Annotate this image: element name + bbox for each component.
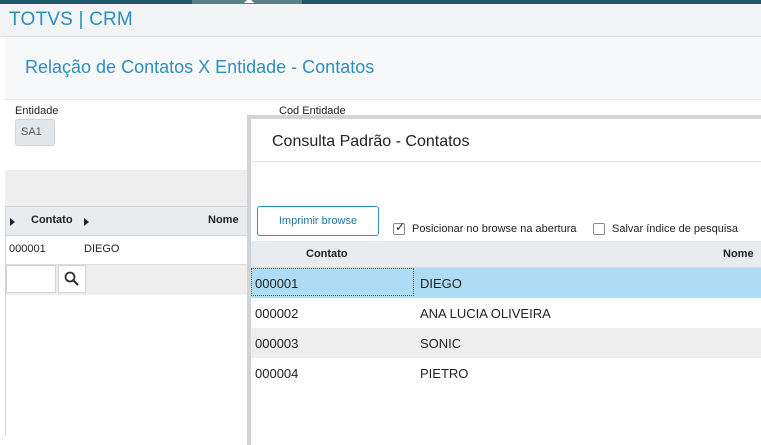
cell-nome: ANA LUCIA OLIVEIRA [420, 306, 551, 321]
search-icon [64, 271, 79, 286]
left-toolbar-band [5, 170, 248, 206]
cell-contato: 000001 [9, 243, 46, 255]
print-browse-button[interactable]: Imprimir browse [257, 206, 379, 236]
page-header: Relação de Contatos X Entidade - Contato… [5, 37, 761, 100]
cell-contato: 000001 [255, 276, 299, 291]
caret-right-icon[interactable] [84, 218, 89, 226]
cell-nome: DIEGO [420, 276, 462, 291]
position-browse-label: Posicionar no browse na abertura [412, 223, 577, 235]
table-row[interactable]: 000001 DIEGO [6, 235, 249, 263]
page-title: Relação de Contatos X Entidade - Contato… [25, 57, 375, 77]
column-header-contato[interactable]: Contato [306, 248, 348, 260]
app-header: TOTVS | CRM [0, 4, 761, 37]
save-index-label: Salvar índice de pesquisa [612, 223, 738, 235]
left-grid-header: Contato Nome [6, 206, 249, 236]
entidade-label: Entidade [15, 105, 59, 117]
app-title: TOTVS | CRM [9, 9, 133, 30]
table-row[interactable]: 000004 PIETRO [251, 358, 761, 388]
dialog-grid-header: Contato Nome [251, 241, 761, 268]
cell-contato: 000003 [255, 336, 299, 351]
column-header-contato[interactable]: Contato [31, 214, 73, 226]
dialog-divider [251, 161, 761, 162]
filter-input[interactable] [6, 265, 56, 293]
column-header-nome[interactable]: Nome [208, 214, 239, 226]
cell-nome: PIETRO [420, 366, 469, 381]
lookup-dialog: Consulta Padrão - Contatos Imprimir brow… [247, 115, 761, 445]
column-header-nome[interactable]: Nome [723, 248, 754, 260]
save-index-checkbox[interactable] [593, 223, 605, 235]
dialog-title: Consulta Padrão - Contatos [272, 133, 470, 150]
cell-contato: 000002 [255, 306, 299, 321]
table-row[interactable]: 000001 DIEGO [251, 268, 761, 298]
caret-right-icon[interactable] [10, 218, 15, 226]
tab-caret-icon [244, 0, 254, 3]
table-row[interactable]: 000003 SONIC [251, 328, 761, 358]
cell-nome: SONIC [420, 336, 462, 351]
checkmark-icon: ✓ [395, 220, 406, 234]
search-button[interactable] [58, 265, 86, 293]
left-filter-bar [6, 264, 249, 295]
entidade-field[interactable]: SA1 [15, 119, 55, 146]
left-contacts-grid: Contato Nome 000001 DIEGO [5, 206, 249, 436]
cell-contato: 000004 [255, 366, 299, 381]
cell-nome: DIEGO [84, 243, 120, 255]
table-row[interactable]: 000002 ANA LUCIA OLIVEIRA [251, 298, 761, 328]
position-browse-checkbox[interactable]: ✓ [393, 220, 406, 235]
